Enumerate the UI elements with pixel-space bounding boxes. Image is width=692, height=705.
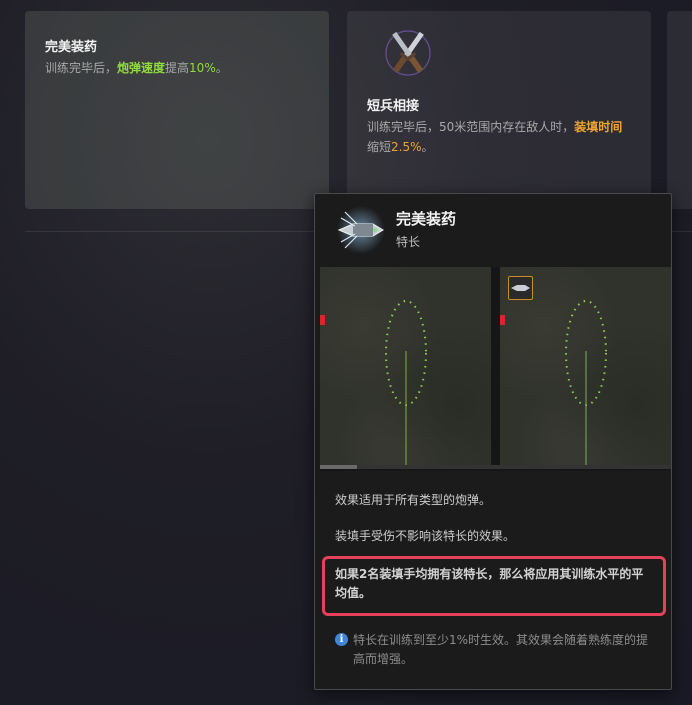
video-progress-fill [320, 465, 357, 469]
video-progress-bar [320, 465, 671, 469]
skill-card-description: 训练完毕后，50米范围内存在敌人时，装填时间缩短2.5%。 [367, 117, 627, 157]
trajectory-overlay [565, 300, 607, 465]
info-note-text: 特长在训练到至少1%时生效。其效果会随着熟练度的提高而增强。 [353, 633, 649, 666]
desc-text: 。 [421, 140, 434, 154]
desc-number: 2.5% [391, 140, 422, 154]
skill-tooltip: 完美装药 特长 效果适用于所有类型的炮弹。 装填手受伤不影响该特长的效果。 如果… [314, 193, 672, 690]
desc-highlight: 装填时间 [574, 120, 623, 134]
desc-text: 缩短 [367, 140, 392, 154]
tooltip-subtitle: 特长 [396, 235, 421, 249]
skill-card-partial[interactable] [667, 11, 692, 209]
preview-frame-before [320, 267, 491, 465]
skill-card-perfect-charge[interactable]: 完美装药 训练完毕后，炮弹速度提高10%。 [25, 11, 329, 209]
trajectory-overlay [385, 300, 427, 465]
tooltip-preview-media [320, 267, 671, 471]
preview-frame-after [500, 267, 671, 465]
desc-highlight: 炮弹速度 [117, 61, 166, 75]
crossed-knives-icon [385, 30, 431, 76]
tooltip-line: 效果适用于所有类型的炮弹。 [335, 493, 492, 507]
desc-number: 10% [189, 61, 216, 75]
tooltip-title: 完美装药 [396, 210, 457, 228]
highlight-callout-text: 如果2名装填手均拥有该特长，那么将应用其训练水平的平均值。 [335, 567, 644, 600]
desc-text: 提高 [165, 61, 190, 75]
tooltip-line: 装填手受伤不影响该特长的效果。 [335, 529, 516, 543]
skill-card-close-combat[interactable]: 短兵相接 训练完毕后，50米范围内存在敌人时，装填时间缩短2.5%。 [347, 11, 651, 209]
skill-card-title: 短兵相接 [367, 99, 420, 114]
desc-text: 。 [215, 61, 228, 75]
info-icon: i [335, 633, 348, 646]
desc-text: 训练完毕后，50米范围内存在敌人时， [367, 120, 575, 134]
desc-text: 训练完毕后， [45, 61, 118, 75]
shell-skill-icon [337, 206, 385, 254]
skill-card-title: 完美装药 [45, 40, 98, 55]
skill-card-description: 训练完毕后，炮弹速度提高10%。 [45, 58, 315, 78]
